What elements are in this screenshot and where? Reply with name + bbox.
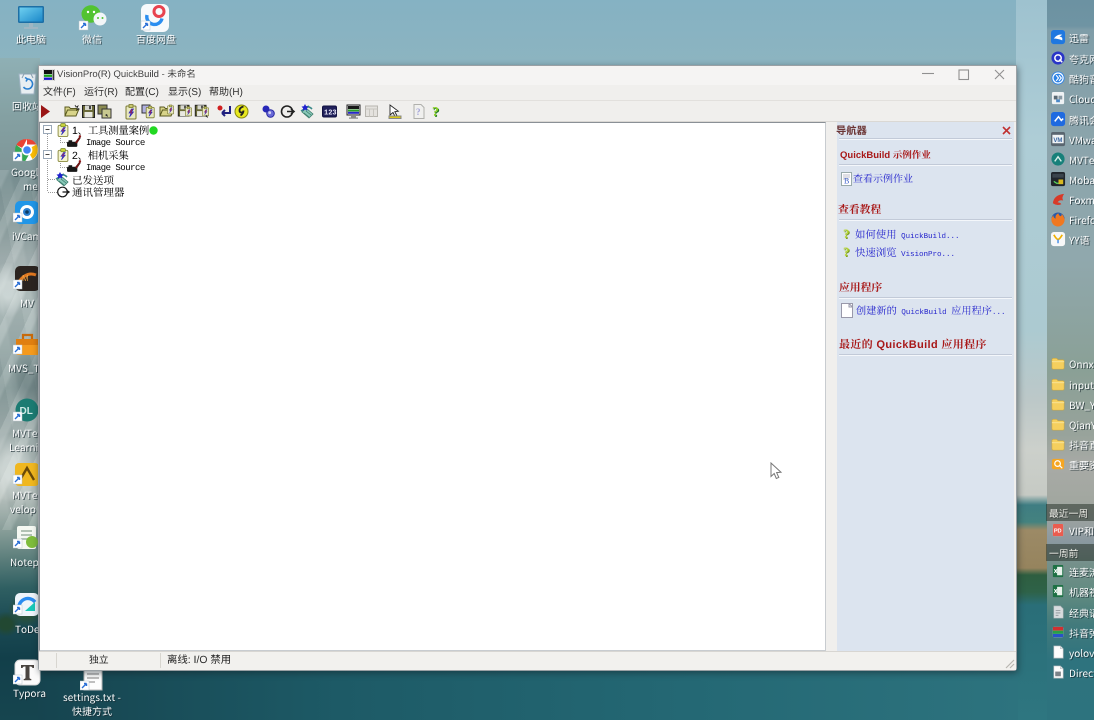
svg-text:?: ? — [432, 105, 439, 120]
svg-text:B: B — [844, 177, 849, 186]
svg-text:?: ? — [416, 107, 421, 117]
svg-text:123: 123 — [324, 110, 337, 118]
svg-text:VM: VM — [1053, 137, 1062, 144]
svg-text:M: M — [22, 274, 29, 283]
svg-text:PD: PD — [1054, 528, 1062, 534]
svg-text:?: ? — [843, 227, 850, 241]
svg-text:?: ? — [843, 245, 850, 259]
